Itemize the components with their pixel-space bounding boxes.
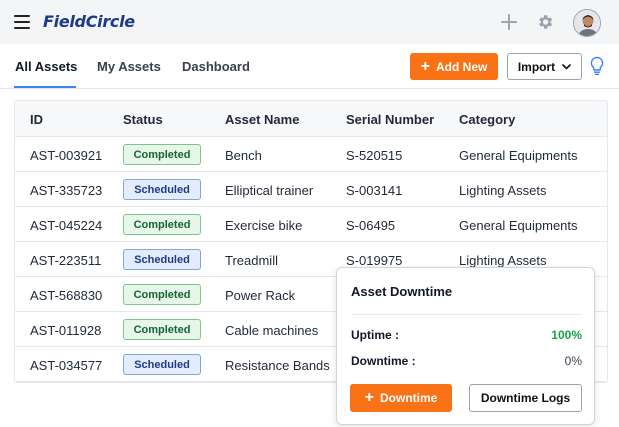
column-header-status[interactable]: Status	[123, 112, 163, 127]
table-header: ID Status Asset Name Serial Number Categ…	[15, 101, 607, 137]
cell-asset-name: Cable machines	[225, 323, 319, 338]
add-new-button[interactable]: + Add New	[410, 53, 498, 80]
downtime-label: Downtime :	[351, 354, 416, 368]
cell-serial-number: S-520515	[346, 148, 403, 163]
gear-icon[interactable]	[536, 13, 554, 31]
top-bar: FieldCircle	[0, 0, 619, 44]
column-header-serial-number[interactable]: Serial Number	[346, 112, 434, 127]
cell-serial-number: S-003141	[346, 183, 403, 198]
cell-id: AST-335723	[30, 183, 103, 198]
cell-category: Lighting Assets	[459, 183, 547, 198]
app-logo[interactable]: FieldCircle	[43, 12, 135, 31]
tab-all-assets[interactable]: All Assets	[15, 59, 77, 74]
cell-asset-name: Power Rack	[225, 288, 296, 303]
tab-dashboard[interactable]: Dashboard	[182, 59, 250, 74]
cell-id: AST-568830	[30, 288, 103, 303]
cell-id: AST-003921	[30, 148, 103, 163]
popup-divider	[351, 314, 582, 315]
uptime-value: 100%	[551, 328, 582, 342]
active-tab-indicator	[14, 86, 76, 88]
lightbulb-icon[interactable]	[589, 56, 605, 76]
status-badge: Scheduled	[123, 249, 201, 270]
user-avatar[interactable]	[573, 9, 601, 37]
cell-id: AST-223511	[30, 253, 102, 268]
cell-asset-name: Elliptical trainer	[225, 183, 314, 198]
cell-serial-number: S-06495	[346, 218, 396, 233]
status-badge: Completed	[123, 319, 201, 340]
cell-id: AST-045224	[30, 218, 103, 233]
cell-category: General Equipments	[459, 218, 578, 233]
cell-id: AST-011928	[30, 323, 102, 338]
table-row[interactable]: AST-045224 Exercise bike S-06495 General Eq…	[15, 207, 607, 242]
tab-my-assets[interactable]: My Assets	[97, 59, 161, 74]
column-header-category[interactable]: Category	[459, 112, 515, 127]
cell-asset-name: Treadmill	[225, 253, 278, 268]
popup-title: Asset Downtime	[351, 284, 453, 299]
table-row[interactable]: AST-003921 Bench S-520515 General Equipment…	[15, 137, 607, 172]
status-badge: Completed	[123, 284, 201, 305]
downtime-logs-button[interactable]: Downtime Logs	[469, 384, 582, 412]
status-badge: Completed	[123, 214, 201, 235]
plus-icon: +	[364, 389, 374, 406]
cell-category: Lighting Assets	[459, 253, 547, 268]
column-header-asset-name[interactable]: Asset Name	[225, 112, 299, 127]
status-badge: Scheduled	[123, 354, 201, 375]
cell-id: AST-034577	[30, 358, 103, 373]
cell-serial-number: S-019975	[346, 253, 403, 268]
cell-asset-name: Resistance Bands	[225, 358, 330, 373]
cell-asset-name: Exercise bike	[225, 218, 303, 233]
uptime-label: Uptime :	[351, 328, 399, 342]
avatar-portrait-icon	[574, 10, 600, 36]
menu-icon[interactable]	[14, 15, 30, 29]
add-downtime-button[interactable]: + Downtime	[350, 384, 452, 412]
table-row[interactable]: AST-335723 Elliptical trainer S-003141 Ligh…	[15, 172, 607, 207]
downtime-value: 0%	[564, 354, 582, 368]
cell-asset-name: Bench	[225, 148, 262, 163]
import-button[interactable]: Import	[507, 53, 582, 80]
chevron-down-icon	[562, 63, 571, 70]
asset-downtime-popup: Asset Downtime Uptime : 100% Downtime : …	[336, 267, 595, 425]
cell-category: General Equipments	[459, 148, 578, 163]
column-header-id[interactable]: ID	[30, 112, 43, 127]
status-badge: Completed	[123, 144, 201, 165]
plus-icon[interactable]	[500, 13, 518, 31]
status-badge: Scheduled	[123, 179, 201, 200]
plus-icon: +	[420, 57, 430, 75]
